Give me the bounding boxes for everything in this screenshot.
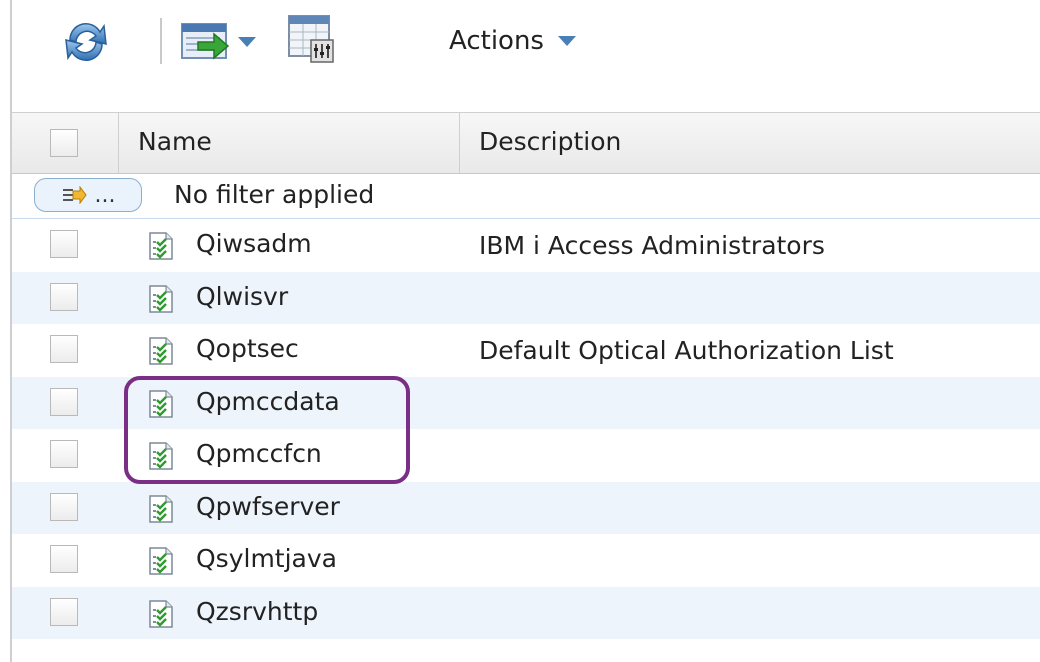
authorization-list-icon <box>148 232 174 260</box>
column-separator <box>118 113 119 173</box>
row-checkbox[interactable] <box>50 387 78 416</box>
authorization-list-icon <box>148 547 174 575</box>
row-name[interactable]: Qsylmtjava <box>196 544 337 573</box>
row-checkbox[interactable] <box>50 492 78 521</box>
row-name[interactable]: Qzsrvhttp <box>196 597 318 626</box>
row-checkbox[interactable] <box>50 545 78 573</box>
chevron-down-icon <box>557 36 576 46</box>
row-name[interactable]: Qpmccdata <box>196 387 340 416</box>
filter-status: No filter applied <box>174 180 375 209</box>
table-row[interactable]: Qsylmtjava <box>12 534 1040 587</box>
row-name[interactable]: Qpwfserver <box>196 492 340 521</box>
table-row[interactable]: Qiwsadm IBM i Access Administrators <box>12 219 1040 272</box>
row-checkbox[interactable] <box>50 282 78 311</box>
row-name[interactable]: Qoptsec <box>196 334 299 363</box>
row-checkbox[interactable] <box>50 440 78 468</box>
actions-menu-button[interactable]: Actions <box>449 18 576 64</box>
filter-button[interactable]: ... <box>34 178 142 212</box>
columns-icon[interactable] <box>287 12 335 64</box>
authorization-list-icon <box>148 284 174 313</box>
table-row[interactable]: Qpwfserver <box>12 481 1040 534</box>
filter-button-label: ... <box>94 182 116 208</box>
column-header-name[interactable]: Name <box>138 127 212 156</box>
row-name[interactable]: Qpmccfcn <box>196 439 322 468</box>
export-icon[interactable] <box>180 20 262 64</box>
column-separator <box>459 113 460 173</box>
row-checkbox[interactable] <box>50 335 78 363</box>
actions-label: Actions <box>449 26 544 56</box>
table-row[interactable]: Qzsrvhttp <box>12 586 1040 639</box>
row-name[interactable]: Qlwisvr <box>196 282 288 311</box>
authorization-list-icon <box>148 337 174 365</box>
column-header-description[interactable]: Description <box>479 127 621 156</box>
authorization-list-icon <box>148 389 174 418</box>
table-row[interactable]: Qpmccfcn <box>12 429 1040 482</box>
toolbar-separator <box>160 18 162 64</box>
table-header: Name Description <box>12 112 1040 174</box>
authorization-list-icon <box>148 599 174 628</box>
table-row[interactable]: Qlwisvr <box>12 271 1040 324</box>
filter-arrow-icon <box>62 186 87 204</box>
row-checkbox[interactable] <box>50 230 78 258</box>
row-name[interactable]: Qiwsadm <box>196 229 312 258</box>
authorization-list-icon <box>148 442 174 470</box>
row-description: Default Optical Authorization List <box>479 336 894 365</box>
object-table: Name Description ... No filter applied Q… <box>12 112 1040 639</box>
refresh-icon[interactable] <box>62 18 110 66</box>
row-description: IBM i Access Administrators <box>479 231 825 260</box>
authorization-list-icon <box>148 494 174 523</box>
table-row[interactable]: Qpmccdata <box>12 376 1040 429</box>
table-row[interactable]: Qoptsec Default Optical Authorization Lis… <box>12 324 1040 377</box>
select-all-checkbox[interactable] <box>50 129 78 157</box>
row-checkbox[interactable] <box>50 597 78 626</box>
toolbar: Actions <box>12 0 1040 112</box>
filter-row: ... No filter applied <box>12 174 1040 219</box>
